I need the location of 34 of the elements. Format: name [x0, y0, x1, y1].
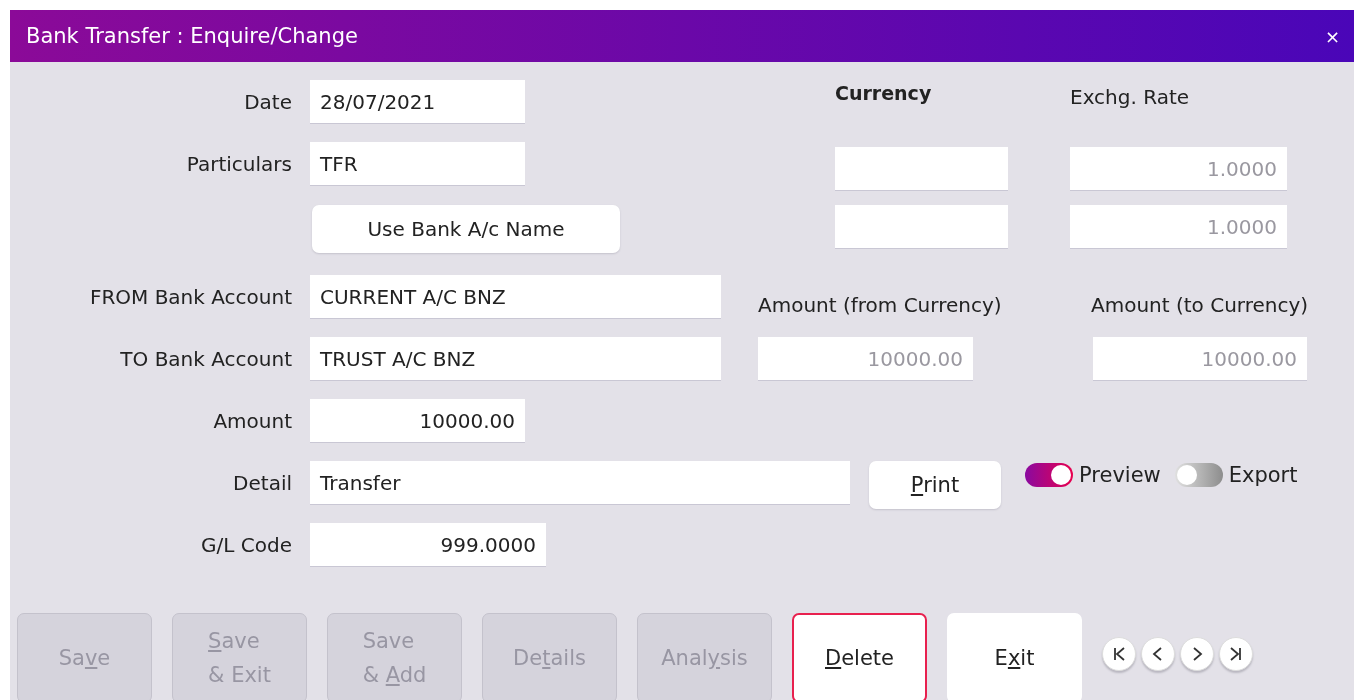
print-button[interactable]: Print	[869, 461, 1001, 509]
action-button[interactable]: Exit	[947, 613, 1082, 700]
currency-field[interactable]	[835, 205, 1008, 249]
detail-field[interactable]: Transfer	[310, 461, 850, 505]
amount-field[interactable]: 10000.00	[310, 399, 525, 443]
close-button[interactable]: ×	[1324, 25, 1340, 47]
window-title: Bank Transfer : Enquire/Change	[26, 24, 358, 48]
toggle-switch[interactable]	[1025, 463, 1073, 487]
column-heading: Currency	[835, 82, 933, 104]
field-label: TO Bank Account	[120, 346, 292, 373]
field-label: FROM Bank Account	[89, 284, 292, 311]
first-button[interactable]	[1102, 637, 1136, 671]
action-button[interactable]: Delete	[792, 613, 927, 700]
date-field[interactable]: 28/07/2021	[310, 80, 525, 124]
field-label: Amount (to Currency)	[1091, 293, 1310, 317]
toggle-switch[interactable]	[1174, 463, 1223, 487]
field-label: Amount (from Currency)	[758, 293, 1003, 317]
field-label: Particulars	[186, 151, 292, 178]
toggle-label: Export	[1228, 463, 1298, 487]
field-label: G/L Code	[201, 532, 292, 559]
field-label: Date	[244, 89, 292, 116]
to-account-field[interactable]: TRUST A/C BNZ	[310, 337, 721, 381]
use-bank-name-button[interactable]: Use Bank A/c Name	[312, 205, 620, 253]
column-heading: Exchg. Rate	[1070, 85, 1191, 109]
previous-button[interactable]	[1141, 637, 1175, 671]
field-label: Amount	[213, 408, 292, 435]
toggle-label: Preview	[1079, 463, 1161, 487]
currency-field[interactable]	[835, 147, 1008, 191]
particulars-field[interactable]: TFR	[310, 142, 525, 186]
last-button[interactable]	[1219, 637, 1253, 671]
next-button[interactable]	[1180, 637, 1214, 671]
from-account-field[interactable]: CURRENT A/C BNZ	[310, 275, 721, 319]
field-label: Detail	[233, 470, 292, 497]
gl-code-field[interactable]: 999.0000	[310, 523, 546, 567]
